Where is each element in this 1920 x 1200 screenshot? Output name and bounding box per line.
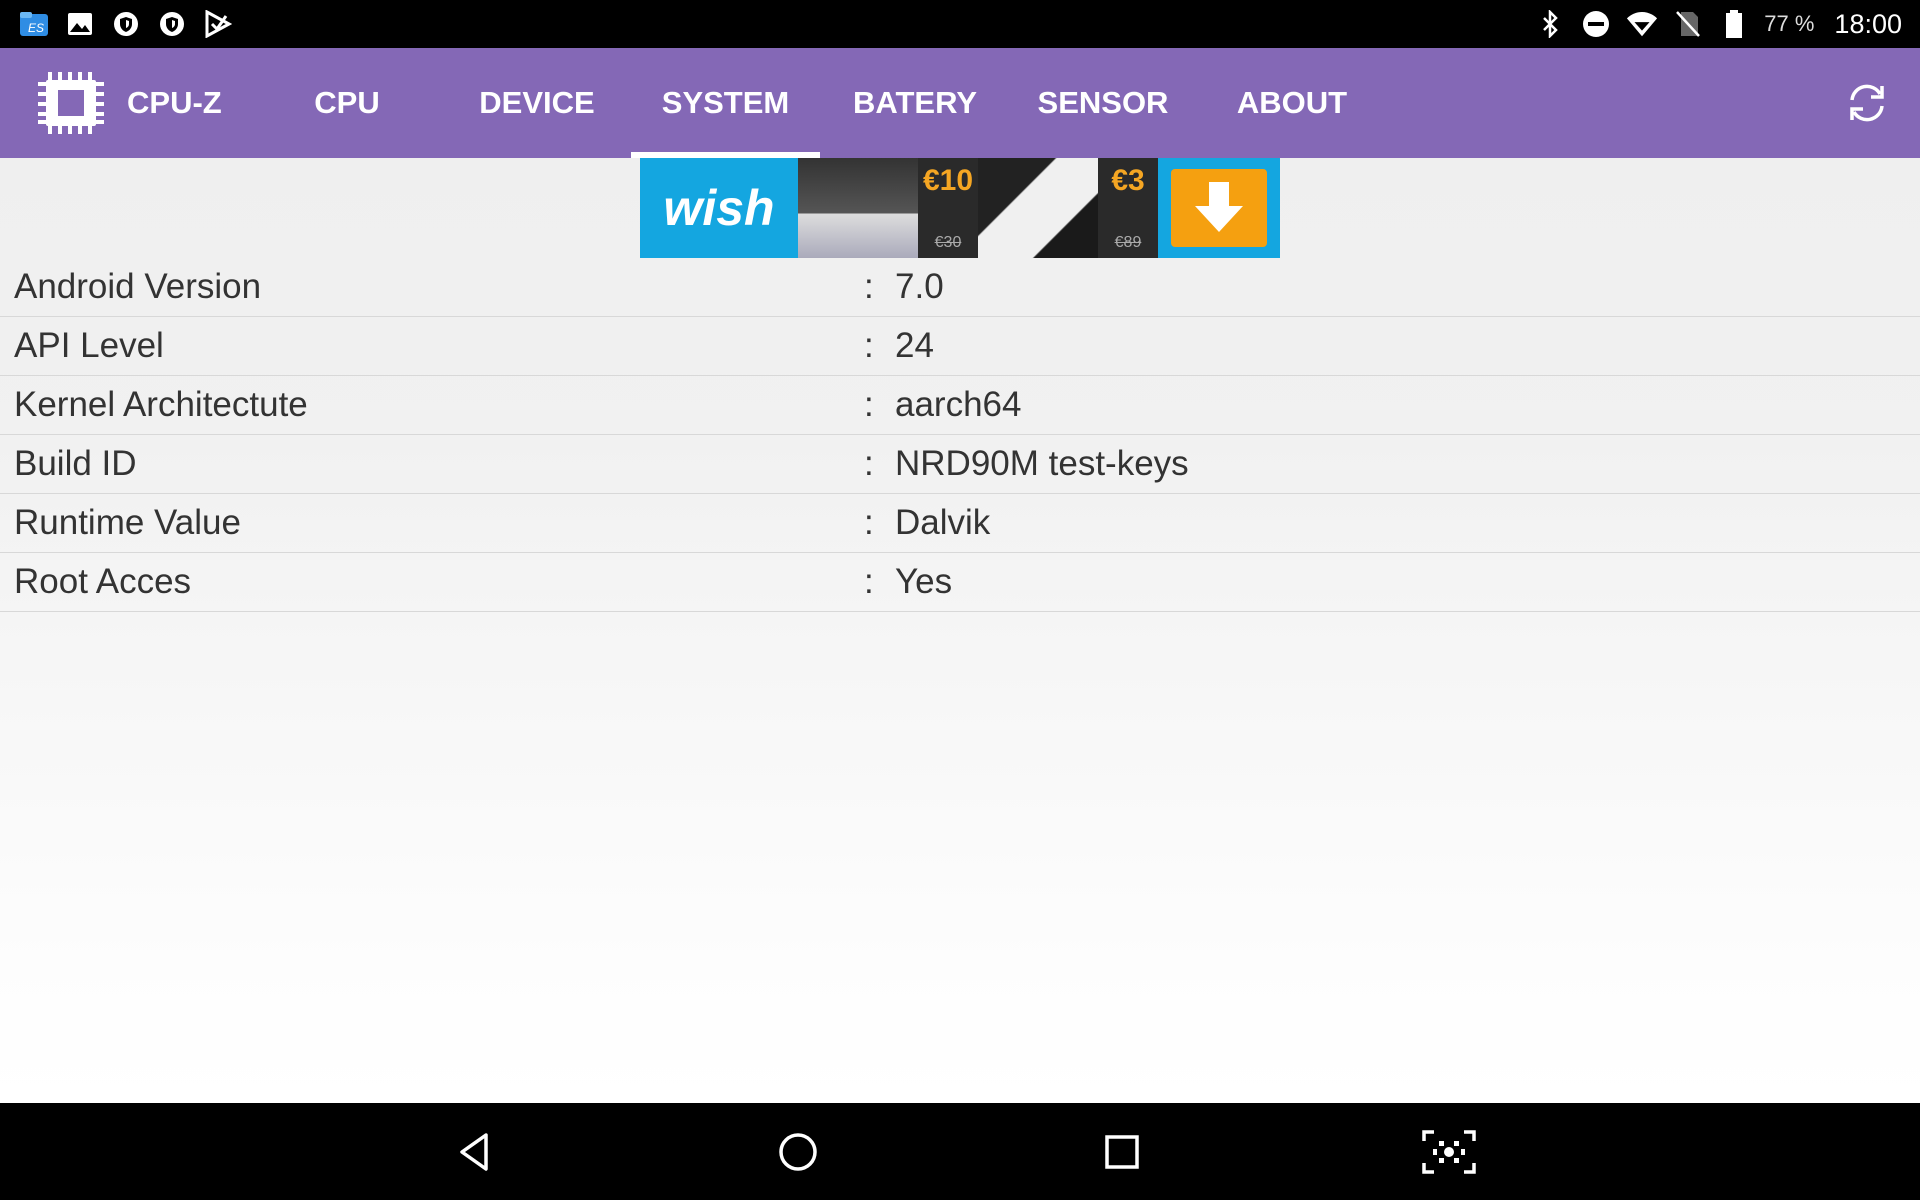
info-value: aarch64	[895, 385, 1022, 424]
back-icon[interactable]	[450, 1127, 500, 1177]
info-label: Root Acces	[14, 562, 192, 601]
ad-product-image	[978, 158, 1098, 258]
download-arrow-icon	[1195, 182, 1243, 232]
recents-icon[interactable]	[1097, 1127, 1147, 1177]
app-title: CPU-Z	[127, 85, 222, 120]
wifi-icon	[1626, 8, 1658, 40]
system-content: wish €10 €30 €3 €89 Android Version : 7.…	[0, 158, 1920, 1103]
tab-about[interactable]: ABOUT	[1232, 48, 1352, 158]
clock: 18:00	[1834, 8, 1902, 39]
info-row-kernel-architecture: Kernel Architectute : aarch64	[0, 376, 1920, 435]
info-value: Dalvik	[895, 503, 991, 542]
shield-icon	[110, 8, 142, 40]
tab-cpu[interactable]: CPU	[292, 48, 402, 158]
status-bar: ES 77 % 18:00	[0, 0, 1920, 48]
info-separator: :	[864, 385, 874, 424]
battery-percent: 77 %	[1764, 11, 1815, 36]
bluetooth-icon	[1534, 8, 1566, 40]
info-value: 7.0	[895, 267, 944, 306]
home-icon[interactable]	[773, 1127, 823, 1177]
ad-price-new: €3	[1111, 164, 1145, 197]
info-row-android-version: Android Version : 7.0	[0, 258, 1920, 317]
play-store-icon	[202, 8, 234, 40]
cpu-chip-icon	[34, 66, 108, 140]
shield-icon	[156, 8, 188, 40]
ad-brand-logo: wish	[640, 158, 798, 258]
gallery-icon	[64, 8, 96, 40]
ad-price-tag: €10 €30	[918, 158, 978, 258]
info-separator: :	[864, 267, 874, 306]
info-label: Runtime Value	[14, 503, 241, 542]
info-label: API Level	[14, 326, 164, 365]
info-value: 24	[895, 326, 934, 365]
refresh-icon[interactable]	[1842, 78, 1892, 128]
ad-price-old: €89	[1114, 234, 1142, 251]
ad-download-button[interactable]	[1158, 158, 1280, 258]
info-label: Build ID	[14, 444, 137, 483]
app-bar: CPU-Z CPU DEVICE SYSTEM BATERY SENSOR AB…	[0, 48, 1920, 158]
do-not-disturb-icon	[1580, 8, 1612, 40]
system-info-list: Android Version : 7.0 API Level : 24 Ker…	[0, 258, 1920, 612]
info-value: Yes	[895, 562, 953, 601]
info-label: Kernel Architectute	[14, 385, 308, 424]
info-row-root-access: Root Acces : Yes	[0, 553, 1920, 612]
no-sim-icon	[1672, 8, 1704, 40]
ad-product-image	[798, 158, 918, 258]
tab-device[interactable]: DEVICE	[462, 48, 612, 158]
screenshot-icon[interactable]	[1421, 1127, 1476, 1177]
info-row-build-id: Build ID : NRD90M test-keys	[0, 435, 1920, 494]
tab-batery[interactable]: BATERY	[845, 48, 985, 158]
info-separator: :	[864, 562, 874, 601]
notification-icons: ES	[18, 0, 234, 48]
tab-system[interactable]: SYSTEM	[631, 48, 820, 158]
info-separator: :	[864, 503, 874, 542]
ad-price-new: €10	[922, 164, 974, 197]
info-label: Android Version	[14, 267, 262, 306]
info-separator: :	[864, 444, 874, 483]
ad-price-tag: €3 €89	[1098, 158, 1158, 258]
svg-text:ES: ES	[28, 21, 44, 35]
navigation-bar	[0, 1103, 1920, 1200]
info-row-runtime-value: Runtime Value : Dalvik	[0, 494, 1920, 553]
system-icons: 77 % 18:00	[1534, 0, 1902, 48]
tab-sensor[interactable]: SENSOR	[1032, 48, 1174, 158]
ad-price-old: €30	[934, 234, 962, 251]
info-separator: :	[864, 326, 874, 365]
es-file-explorer-icon: ES	[18, 8, 50, 40]
info-row-api-level: API Level : 24	[0, 317, 1920, 376]
info-value: NRD90M test-keys	[895, 444, 1189, 483]
ad-banner[interactable]: wish €10 €30 €3 €89	[640, 158, 1280, 258]
battery-icon	[1718, 8, 1750, 40]
